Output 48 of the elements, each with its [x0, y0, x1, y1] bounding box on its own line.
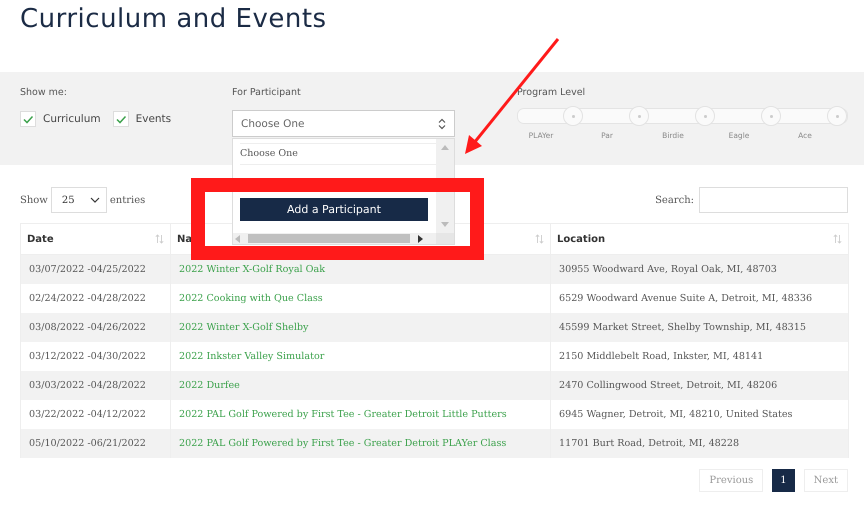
slider-knob[interactable] — [563, 106, 583, 126]
slider-knob[interactable] — [695, 106, 715, 126]
filter-label: Show me: — [20, 87, 68, 99]
scroll-down-icon — [441, 222, 449, 227]
scroll-left-icon — [235, 234, 240, 242]
level-slider[interactable] — [517, 108, 848, 124]
checkbox[interactable] — [20, 111, 36, 127]
location-cell: 30955 Woodward Ave, Royal Oak, MI, 48703 — [550, 254, 848, 284]
date-cell: 03/07/2022 -04/25/2022 — [20, 254, 170, 284]
filter-label: Program Level — [517, 87, 586, 99]
event-link[interactable]: 2022 Durfee — [170, 371, 550, 400]
slider-knob[interactable] — [827, 106, 847, 126]
search-label: Search: — [655, 194, 694, 206]
scroll-right-icon — [418, 234, 423, 242]
column-header[interactable]: Location — [550, 224, 848, 254]
page-title: Curriculum and Events — [19, 3, 328, 36]
sort-icon — [833, 234, 842, 244]
slider-knob[interactable] — [761, 106, 781, 126]
previous-button[interactable]: Previous — [699, 469, 764, 492]
sort-icon — [155, 234, 164, 244]
location-cell: 2470 Collingwood Street, Detroit, MI, 48206 — [550, 371, 848, 400]
next-button[interactable]: Next — [804, 469, 848, 492]
date-cell: 03/03/2022 -04/28/2022 — [20, 371, 170, 400]
entries-select[interactable]: 25 — [50, 187, 107, 213]
horizontal-scrollbar[interactable] — [233, 233, 436, 244]
add-participant-button[interactable]: Add a Participant — [240, 198, 428, 221]
length-label: entries — [110, 194, 146, 206]
location-cell: 11701 Burt Road, Detroit, MI, 48228 — [550, 429, 848, 458]
date-cell: 03/08/2022 -04/26/2022 — [20, 313, 170, 342]
filter-label: For Participant — [232, 87, 302, 99]
sort-icon — [535, 234, 544, 244]
column-header[interactable]: Date — [20, 224, 170, 254]
up-down-chevron-icon — [438, 118, 446, 130]
checkbox-label: Curriculum — [43, 113, 101, 125]
length-label: Show — [20, 194, 48, 206]
slider-knob[interactable] — [629, 106, 649, 126]
page-button[interactable]: 1 — [772, 469, 795, 492]
chevron-down-icon — [90, 197, 100, 203]
scroll-up-icon — [441, 145, 449, 150]
checkbox-label: Events — [136, 113, 172, 125]
search-field[interactable] — [699, 187, 848, 213]
event-link[interactable]: 2022 Winter X-Golf Shelby — [170, 313, 550, 342]
dropdown-option[interactable]: Choose One — [240, 143, 436, 165]
checkbox[interactable] — [112, 111, 129, 127]
date-cell: 05/10/2022 -06/21/2022 — [20, 429, 170, 458]
participant-select[interactable]: Choose One — [232, 110, 455, 137]
location-cell: 45599 Market Street, Shelby Township, MI, 48315 — [550, 313, 848, 342]
event-link[interactable]: 2022 PAL Golf Powered by First Tee - Greater Detroit PLAYer Class — [170, 429, 550, 458]
